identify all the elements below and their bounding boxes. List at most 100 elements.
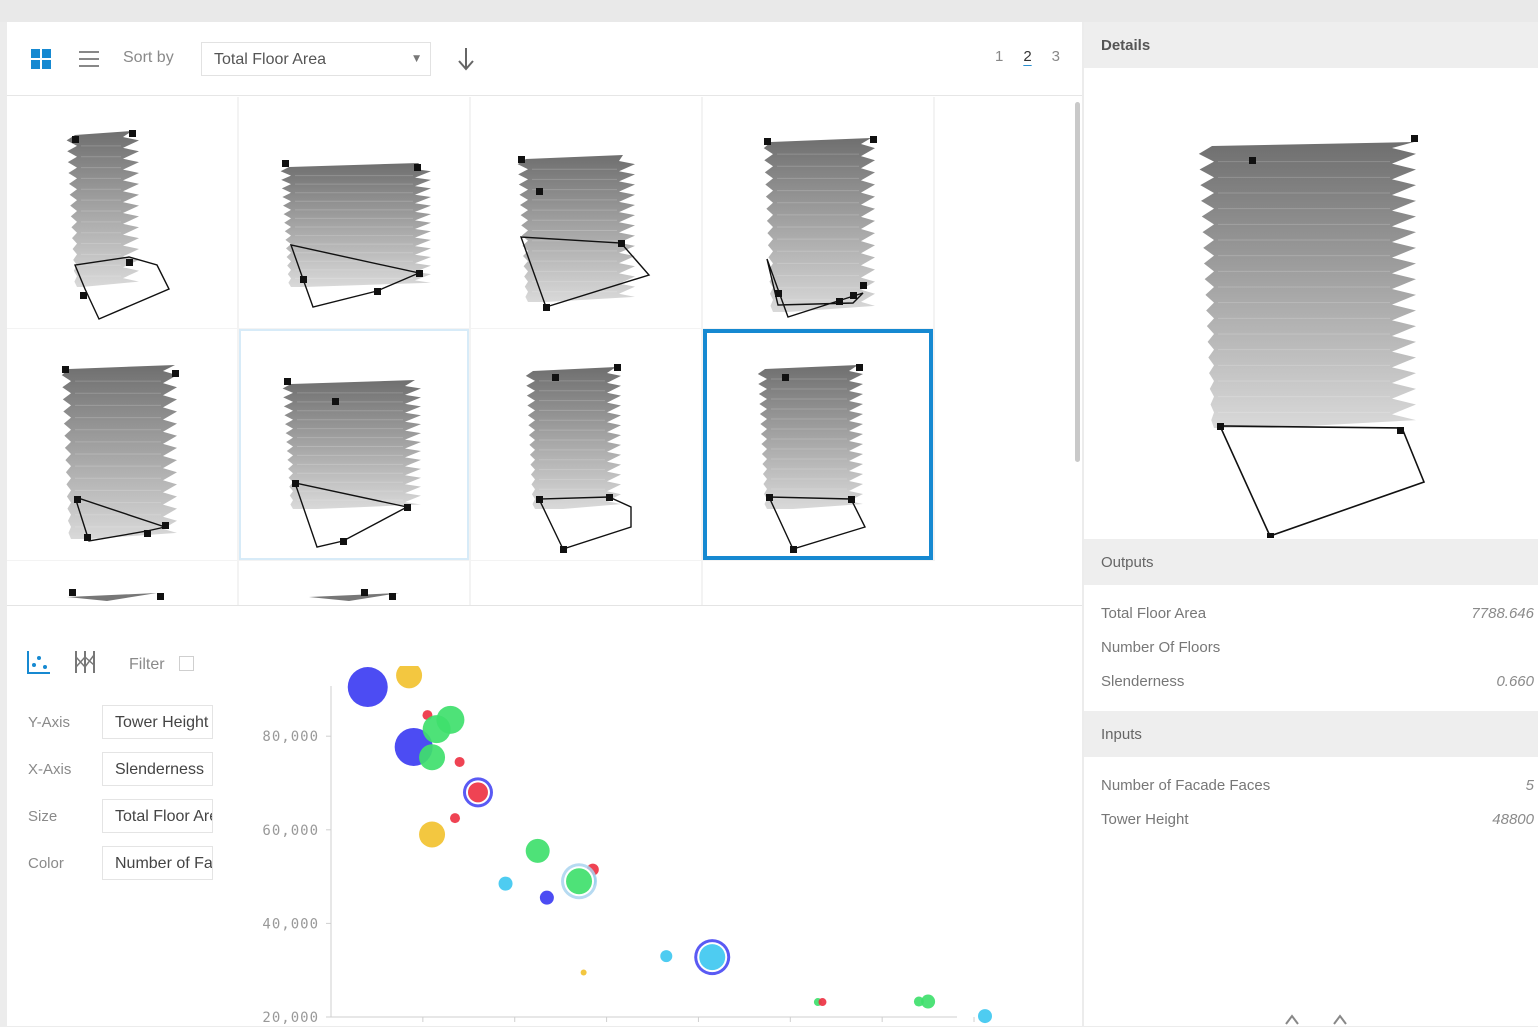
filter-checkbox[interactable] [179,656,194,671]
control-point [69,589,76,596]
color-select[interactable]: Number of Facade Faces [102,846,213,880]
control-point [860,282,867,289]
data-point[interactable] [436,705,465,734]
output-value: 7788.646 [1471,605,1534,622]
results-toolbar: Sort by Total Floor Area ▼ 1 2 3 [7,22,1082,96]
data-point[interactable] [498,876,513,891]
input-value: 48800 [1492,811,1534,828]
data-point[interactable] [699,944,726,971]
data-point[interactable] [396,666,423,689]
data-point[interactable] [419,744,446,771]
design-thumbnail[interactable] [7,97,237,328]
control-point [416,270,423,277]
grid-view-button[interactable] [29,47,53,71]
design-thumbnail[interactable] [239,561,469,605]
data-point[interactable] [454,756,465,767]
control-point [389,593,396,600]
grid-scrollbar[interactable] [1075,102,1080,462]
tower-top [309,593,399,601]
data-point[interactable] [347,667,388,708]
y-axis-select[interactable]: Tower Height [102,705,213,739]
control-point [292,480,299,487]
tower-body [763,138,875,312]
parallel-coordinates-icon [75,651,95,673]
data-point[interactable] [467,782,488,803]
control-point [80,292,87,299]
y-tick-label: 40,000 [262,916,319,932]
x-axis-select[interactable]: Slenderness [102,752,213,786]
output-key: Slenderness [1101,673,1185,690]
control-point [62,366,69,373]
sort-select[interactable]: Total Floor Area ▼ [201,42,431,76]
page-2[interactable]: 2 [1023,48,1031,65]
design-thumbnail[interactable] [7,329,237,560]
tower-drawing [763,136,877,318]
tower-body [280,163,431,287]
design-thumbnail[interactable] [239,329,469,560]
outputs-header: Outputs [1084,539,1538,585]
parallel-coordinates-button[interactable] [71,648,99,676]
design-thumbnail[interactable] [471,97,701,328]
design-thumbnail[interactable] [703,97,933,328]
control-point [848,496,855,503]
control-point [850,292,857,299]
control-point [606,494,613,501]
tower-drawing [280,160,431,308]
data-point[interactable] [539,890,554,905]
grid-icon [31,49,51,69]
data-point[interactable] [921,994,936,1009]
color-label: Color [28,855,64,872]
list-view-button[interactable] [77,47,101,71]
data-point[interactable] [580,969,587,976]
design-thumbnail[interactable] [471,329,701,560]
data-point[interactable] [450,813,461,824]
tower-drawing [61,365,179,542]
control-point [1249,157,1256,164]
page-3[interactable]: 3 [1052,48,1060,65]
control-point [126,259,133,266]
design-thumbnail[interactable] [239,97,469,328]
output-key: Total Floor Area [1101,605,1207,622]
tower-body [525,367,621,509]
control-point [340,538,347,545]
control-point [536,496,543,503]
app-window: Sort by Total Floor Area ▼ 1 2 3 Filter … [0,0,1538,1026]
scatter-plot-button[interactable] [25,648,53,676]
output-value: 0.660 [1496,673,1534,690]
size-control: Size Total Floor Area [28,799,218,833]
y-tick-label: 60,000 [262,823,319,839]
input-key: Tower Height [1101,811,1189,828]
page-1[interactable]: 1 [995,48,1003,65]
control-point [790,546,797,553]
sort-direction-button[interactable] [453,46,479,72]
grid-empty-area [703,561,1073,605]
y-tick-label: 80,000 [262,729,319,745]
control-point [552,374,559,381]
inputs-header: Inputs [1084,711,1538,757]
design-thumbnail-selected[interactable] [703,329,933,560]
data-point[interactable] [419,821,446,848]
design-thumbnail[interactable] [7,561,237,605]
list-icon [79,51,99,67]
details-title: Details [1101,37,1151,54]
data-point[interactable] [978,1009,992,1024]
control-point [764,138,771,145]
control-point [1267,533,1274,538]
control-point [284,378,291,385]
tower-drawing [517,155,651,311]
control-point [1397,427,1404,434]
data-point[interactable] [660,950,673,963]
control-point [282,160,289,167]
resize-handle-icon[interactable] [1280,1012,1352,1026]
output-key: Number Of Floors [1101,639,1221,656]
data-point[interactable] [566,868,593,895]
sort-label: Sort by [123,49,174,66]
control-point [332,398,339,405]
size-select[interactable]: Total Floor Area [102,799,213,833]
size-value: Total Floor Area [115,808,212,825]
data-point[interactable] [818,998,827,1007]
data-point[interactable] [525,838,550,863]
control-point [404,504,411,511]
color-control: Color Number of Facade Faces [28,846,218,880]
control-point [856,364,863,371]
